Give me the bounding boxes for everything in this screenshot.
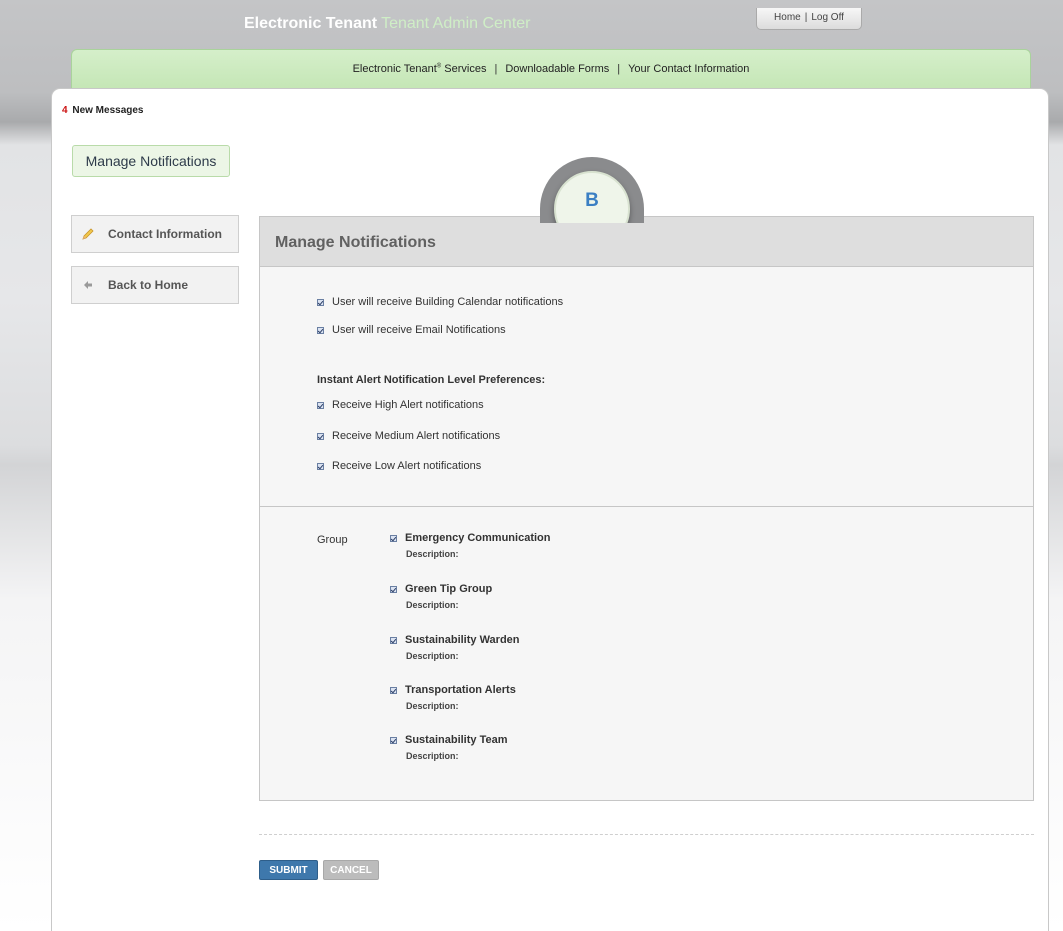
- step-badge-letter: B: [554, 171, 630, 223]
- submit-button[interactable]: SUBMIT: [259, 860, 318, 880]
- cancel-button[interactable]: CANCEL: [323, 860, 379, 880]
- panel-title: Manage Notifications: [260, 217, 1033, 267]
- message-label: New Messages: [72, 105, 144, 116]
- group-label: Group: [317, 534, 348, 546]
- group-name: Emergency Communication: [405, 532, 551, 544]
- group-item[interactable]: Sustainability Team Description:: [390, 734, 508, 761]
- sidebar-item-label: Contact Information: [108, 227, 222, 241]
- checkbox[interactable]: [390, 736, 397, 744]
- group-name: Sustainability Team: [405, 734, 508, 746]
- top-links: Home | Log Off: [756, 8, 862, 30]
- high-alert-option[interactable]: Receive High Alert notifications: [317, 399, 484, 411]
- home-link[interactable]: Home: [774, 12, 801, 23]
- option-label: User will receive Building Calendar noti…: [332, 296, 564, 308]
- checkbox[interactable]: [390, 636, 397, 644]
- step-badge: B: [540, 157, 644, 223]
- group-description: Description:: [406, 549, 459, 559]
- alert-level-heading: Instant Alert Notification Level Prefere…: [317, 374, 546, 386]
- content-card: 4 New Messages Manage Notifications Cont…: [51, 88, 1049, 931]
- checkbox[interactable]: [317, 432, 324, 440]
- low-alert-option[interactable]: Receive Low Alert notifications: [317, 460, 481, 472]
- sidebar-item-contact-information[interactable]: Contact Information: [71, 215, 239, 253]
- group-description: Description:: [406, 751, 459, 761]
- option-label: Receive Low Alert notifications: [332, 460, 482, 472]
- option-label: Receive High Alert notifications: [332, 399, 484, 411]
- nav-services-label: Electronic Tenant: [352, 63, 437, 75]
- new-messages[interactable]: 4 New Messages: [62, 105, 144, 116]
- app-title: Electronic Tenant Tenant Admin Center: [244, 15, 530, 33]
- group-description: Description:: [406, 600, 459, 610]
- nav-contact-info[interactable]: Your Contact Information: [628, 63, 749, 75]
- nav-forms[interactable]: Downloadable Forms: [505, 63, 609, 75]
- group-description: Description:: [406, 701, 459, 711]
- checkbox[interactable]: [317, 401, 324, 409]
- group-item[interactable]: Emergency Communication Description:: [390, 532, 550, 559]
- checkbox[interactable]: [390, 686, 397, 694]
- checkbox[interactable]: [317, 326, 324, 334]
- nav-separator: |: [494, 63, 498, 75]
- option-label: Receive Medium Alert notifications: [332, 430, 501, 442]
- divider: [259, 834, 1034, 835]
- nav-separator: |: [617, 63, 621, 75]
- notification-settings: User will receive Building Calendar noti…: [260, 267, 1033, 507]
- checkbox[interactable]: [390, 585, 397, 593]
- group-name: Transportation Alerts: [405, 684, 516, 696]
- page-title: Manage Notifications: [72, 145, 230, 177]
- nav-services[interactable]: Electronic Tenant® Services: [353, 63, 487, 75]
- building-calendar-option[interactable]: User will receive Building Calendar noti…: [317, 296, 563, 308]
- message-count: 4: [62, 105, 68, 116]
- group-item[interactable]: Sustainability Warden Description:: [390, 634, 520, 661]
- group-item[interactable]: Transportation Alerts Description:: [390, 684, 516, 711]
- group-name: Green Tip Group: [405, 583, 493, 595]
- notifications-panel: Manage Notifications User will receive B…: [259, 216, 1034, 801]
- sidebar-item-back-to-home[interactable]: Back to Home: [71, 266, 239, 304]
- brand-name: Electronic Tenant: [244, 15, 378, 32]
- option-label: User will receive Email Notifications: [332, 324, 506, 336]
- logoff-link[interactable]: Log Off: [811, 12, 844, 23]
- link-separator: |: [804, 12, 808, 23]
- pencil-icon: [81, 227, 95, 241]
- checkbox[interactable]: [317, 462, 324, 470]
- nav-services-suffix: Services: [441, 63, 487, 75]
- brand-subtitle: Tenant Admin Center: [381, 15, 531, 32]
- checkbox[interactable]: [317, 298, 324, 306]
- main-nav: Electronic Tenant® Services | Downloadab…: [71, 49, 1031, 91]
- group-item[interactable]: Green Tip Group Description:: [390, 583, 492, 610]
- group-description: Description:: [406, 651, 459, 661]
- group-settings: Group Emergency Communication Descriptio…: [260, 507, 1033, 799]
- sidebar-item-label: Back to Home: [108, 278, 189, 292]
- email-notifications-option[interactable]: User will receive Email Notifications: [317, 324, 506, 336]
- medium-alert-option[interactable]: Receive Medium Alert notifications: [317, 430, 500, 442]
- group-name: Sustainability Warden: [405, 634, 520, 646]
- back-arrow-icon: [81, 278, 95, 292]
- checkbox[interactable]: [390, 534, 397, 542]
